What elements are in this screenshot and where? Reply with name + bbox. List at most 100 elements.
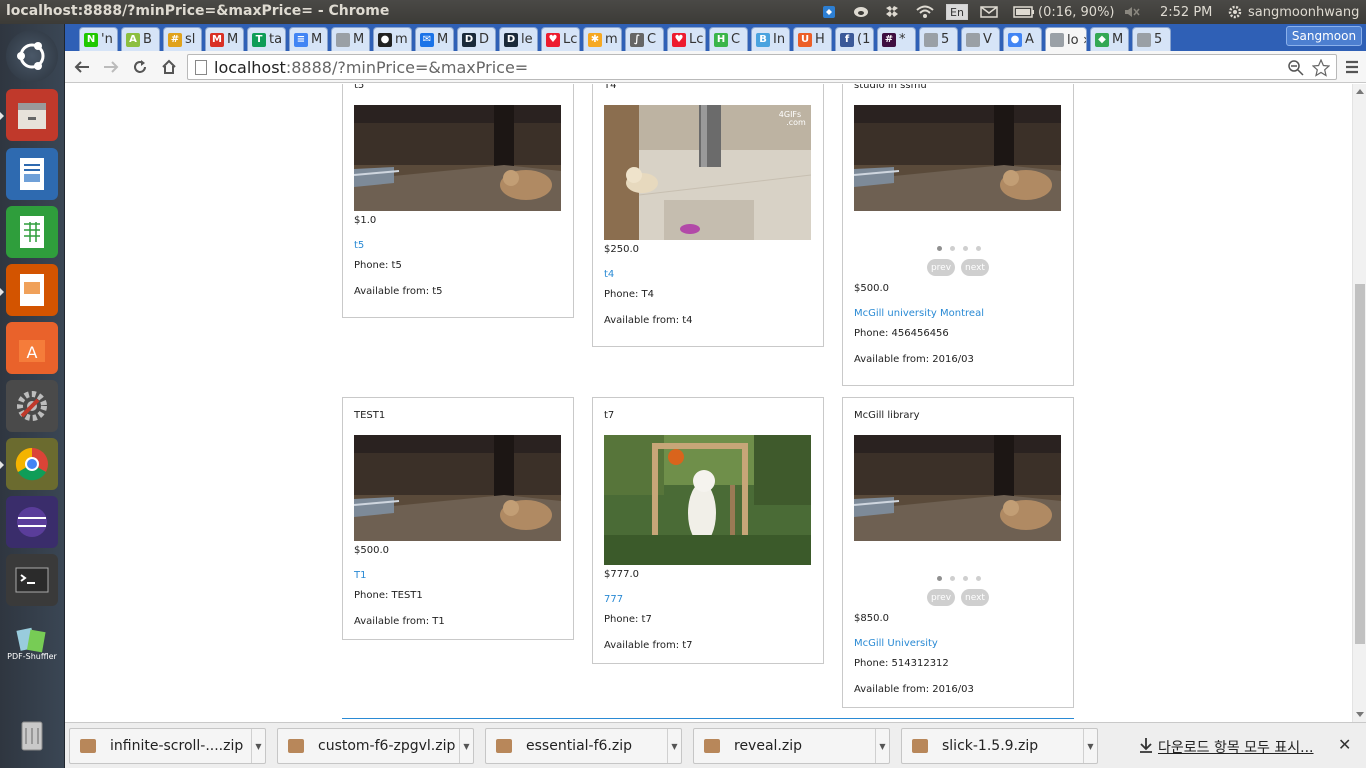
scroll-up-arrow[interactable] <box>1356 89 1364 94</box>
browser-tab[interactable]: ≡ M <box>289 27 328 51</box>
browser-tab[interactable]: M <box>331 27 370 51</box>
listing-photo[interactable]: 4GIFs .com <box>604 105 811 240</box>
sync-icon[interactable] <box>851 0 871 24</box>
browser-tab[interactable]: ◆ M <box>1090 27 1129 51</box>
slider-next-button[interactable]: next <box>961 259 989 276</box>
listing-location-link[interactable]: McGill university Montreal <box>854 308 984 319</box>
ubuntu-dash-icon[interactable] <box>6 30 58 82</box>
listing-photo[interactable] <box>354 105 561 211</box>
browser-tab[interactable]: lo ✕ <box>1045 27 1087 52</box>
download-menu-chevron-icon[interactable]: ▼ <box>459 729 473 763</box>
slider-dot[interactable] <box>976 576 981 581</box>
input-language-indicator[interactable]: En <box>946 4 968 20</box>
slider-dot[interactable] <box>963 576 968 581</box>
scroll-down-arrow[interactable] <box>1356 712 1364 717</box>
system-settings-icon[interactable] <box>6 380 58 432</box>
browser-tab[interactable]: V <box>961 27 1000 51</box>
listing-location-link[interactable]: T1 <box>354 570 366 581</box>
reload-button[interactable] <box>129 56 151 78</box>
mail-icon[interactable] <box>978 0 1000 24</box>
forward-button[interactable] <box>100 56 122 78</box>
impress-icon[interactable] <box>6 264 58 316</box>
download-item[interactable]: custom-f6-zpgvl.zip ▼ <box>277 728 474 764</box>
browser-tab[interactable]: ✉ M <box>415 27 454 51</box>
download-item[interactable]: essential-f6.zip ▼ <box>485 728 682 764</box>
browser-tab[interactable]: 5 <box>1132 27 1171 51</box>
download-menu-chevron-icon[interactable]: ▼ <box>251 729 265 763</box>
clock[interactable]: 2:52 PM <box>1160 0 1212 24</box>
back-button[interactable] <box>71 56 93 78</box>
slider-prev-button[interactable]: prev <box>927 589 955 606</box>
pdf-shuffler-icon[interactable]: PDF-Shuffler <box>6 616 58 668</box>
slider-dot[interactable] <box>963 246 968 251</box>
software-center-icon[interactable]: A <box>6 322 58 374</box>
eclipse-icon[interactable] <box>6 496 58 548</box>
show-all-downloads-link[interactable]: 다운로드 항목 모두 표시... <box>1158 737 1314 757</box>
download-menu-chevron-icon[interactable]: ▼ <box>667 729 681 763</box>
listing-photo[interactable] <box>854 105 1061 211</box>
user-name[interactable]: sangmoonhwang <box>1248 0 1359 24</box>
slider-dot[interactable] <box>976 246 981 251</box>
terminal-icon[interactable] <box>6 554 58 606</box>
dropbox-icon[interactable] <box>820 0 838 24</box>
browser-tab[interactable]: AB <box>121 27 160 51</box>
listing-photo[interactable] <box>854 435 1061 541</box>
browser-tab[interactable]: 5 <box>919 27 958 51</box>
bookmark-star-icon[interactable] <box>1312 59 1330 77</box>
browser-tab[interactable]: ● m <box>373 27 412 51</box>
volume-muted-icon[interactable] <box>1122 0 1142 24</box>
browser-tab[interactable]: ♥ Lc <box>667 27 706 51</box>
zoom-icon[interactable] <box>1288 60 1304 76</box>
browser-tab[interactable]: f (1 <box>835 27 874 51</box>
browser-tab[interactable]: ♥ Lc <box>541 27 580 51</box>
close-tab-icon[interactable]: ✕ <box>1083 34 1086 47</box>
trash-icon[interactable] <box>6 708 58 760</box>
calc-icon[interactable] <box>6 206 58 258</box>
download-menu-chevron-icon[interactable]: ▼ <box>1083 729 1097 763</box>
listing-location-link[interactable]: t5 <box>354 240 364 251</box>
download-item[interactable]: infinite-scroll-....zip ▼ <box>69 728 266 764</box>
slider-dot[interactable] <box>950 246 955 251</box>
browser-tab[interactable]: ∫ C <box>625 27 664 51</box>
wifi-icon[interactable] <box>914 0 936 24</box>
browser-tab[interactable]: UH <box>793 27 832 51</box>
listing-location-link[interactable]: t4 <box>604 269 614 280</box>
slider-dot[interactable] <box>937 576 942 581</box>
browser-tab[interactable]: # * <box>877 27 916 51</box>
browser-tab[interactable]: # sl <box>163 27 202 51</box>
writer-icon[interactable] <box>6 148 58 200</box>
chrome-icon[interactable] <box>6 438 58 490</box>
slider-next-button[interactable]: next <box>961 589 989 606</box>
browser-tab[interactable]: Tta <box>247 27 286 51</box>
browser-tab[interactable]: HC <box>709 27 748 51</box>
home-button[interactable] <box>158 56 180 78</box>
profile-button[interactable]: Sangmoon <box>1286 26 1362 46</box>
browser-tab[interactable]: ✱ m <box>583 27 622 51</box>
browser-tab[interactable]: ● A <box>1003 27 1042 51</box>
browser-tab[interactable]: B In <box>751 27 790 51</box>
scroll-thumb[interactable] <box>1355 284 1365 644</box>
gear-icon[interactable] <box>1226 0 1244 24</box>
browser-tab[interactable]: Dle <box>499 27 538 51</box>
listing-location-link[interactable]: McGill University <box>854 638 938 649</box>
browser-tab[interactable]: DD <box>457 27 496 51</box>
dropbox-sync-icon[interactable] <box>882 0 902 24</box>
page-scrollbar[interactable] <box>1352 84 1366 722</box>
listing-photo[interactable] <box>354 435 561 541</box>
browser-tab[interactable]: MM <box>205 27 244 51</box>
download-menu-chevron-icon[interactable]: ▼ <box>875 729 889 763</box>
slider-dot[interactable] <box>937 246 942 251</box>
download-item[interactable]: slick-1.5.9.zip ▼ <box>901 728 1098 764</box>
listing-location-link[interactable]: 777 <box>604 594 623 605</box>
chrome-menu-button[interactable] <box>1341 56 1363 78</box>
download-item[interactable]: reveal.zip ▼ <box>693 728 890 764</box>
battery-icon[interactable] <box>1012 0 1036 24</box>
address-bar[interactable]: localhost:8888/?minPrice=&maxPrice= <box>187 54 1337 80</box>
browser-tab[interactable]: N'n <box>79 27 118 51</box>
slider-prev-button[interactable]: prev <box>927 259 955 276</box>
close-download-shelf-button[interactable]: ✕ <box>1338 735 1351 754</box>
url-text[interactable]: localhost:8888/?minPrice=&maxPrice= <box>214 58 528 77</box>
files-icon[interactable] <box>6 89 58 141</box>
listing-photo[interactable] <box>604 435 811 565</box>
slider-dot[interactable] <box>950 576 955 581</box>
